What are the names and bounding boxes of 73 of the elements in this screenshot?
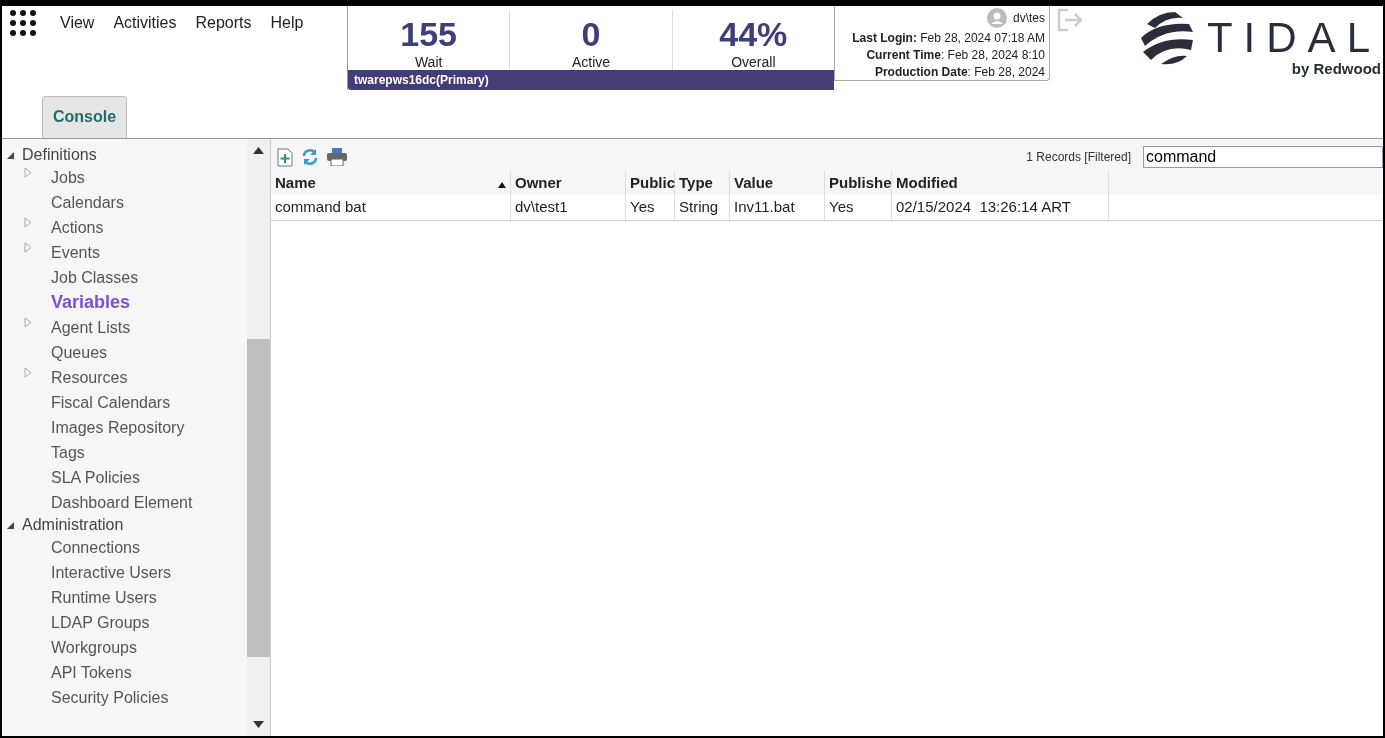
column-header[interactable]: Value (730, 171, 825, 194)
table-cell: dv\test1 (511, 194, 626, 220)
tree-item[interactable]: Queues (51, 343, 108, 362)
tree-item[interactable]: Tags (51, 443, 85, 462)
expand-triangle-icon[interactable] (24, 317, 32, 328)
scroll-down-icon[interactable] (253, 721, 264, 728)
records-count: 1 Records [Filtered] (1026, 150, 1131, 164)
tree-item[interactable]: Calendars (51, 193, 124, 212)
tree-item[interactable]: Connections (51, 538, 140, 557)
search-field[interactable]: command (1143, 146, 1383, 168)
info-line: Last Login: Feb 28, 2024 07:18 AM (851, 31, 1045, 45)
menu-item[interactable]: View (60, 14, 95, 32)
logo-subtitle: by Redwood (1291, 60, 1381, 77)
tree-item[interactable]: Images Repository (51, 418, 185, 437)
tree-item[interactable]: Dashboard Element (51, 493, 193, 512)
tree-item[interactable]: Workgroups (51, 638, 137, 657)
tree-item[interactable]: Security Policies (51, 688, 169, 707)
expand-triangle-icon[interactable] (24, 367, 32, 378)
expand-triangle-icon[interactable] (24, 242, 32, 253)
table-cell: String (675, 194, 730, 220)
tree-item[interactable]: Variables (51, 292, 131, 313)
table-cell: command bat (271, 194, 511, 220)
table-cell: Inv11.bat (730, 194, 825, 220)
tree-item[interactable]: SLA Policies (51, 468, 140, 487)
tree-item[interactable]: Fiscal Calendars (51, 393, 171, 412)
stat-label: Active (571, 54, 611, 70)
column-header[interactable]: Type (675, 171, 730, 194)
tree-item[interactable]: Actions (51, 218, 104, 237)
console-tab[interactable]: Console (42, 96, 128, 138)
tree-item[interactable]: Resources (51, 368, 128, 387)
apps-grid-icon[interactable] (10, 10, 36, 36)
tree-item[interactable]: Job Classes (51, 268, 139, 287)
server-bar: twarepws16dc(Primary) (348, 70, 834, 90)
expand-triangle-icon[interactable] (24, 217, 32, 228)
stat-value: 44% (719, 14, 788, 54)
add-document-icon[interactable] (277, 147, 293, 167)
expand-triangle-icon[interactable] (24, 167, 32, 178)
table-cell: Yes (825, 194, 892, 220)
column-header[interactable]: Modified (892, 171, 1109, 194)
tree-item[interactable]: API Tokens (51, 663, 132, 682)
expanded-triangle-icon[interactable] (7, 151, 14, 159)
column-header[interactable]: Publishe (825, 171, 892, 194)
stat-value: 155 (400, 14, 458, 54)
tree-item[interactable]: Jobs (51, 168, 85, 187)
stat-label: Wait (414, 54, 443, 70)
table-cell: 02/15/2024 13:26:14 ART (892, 194, 1109, 220)
column-header[interactable]: Name (271, 171, 511, 194)
tree-item[interactable]: Administration (22, 516, 124, 534)
tree-item[interactable]: Agent Lists (51, 318, 131, 337)
user-name: dv\tes (1013, 11, 1045, 25)
tree-item[interactable]: Interactive Users (51, 563, 172, 582)
info-line: Current Time: Feb 28, 2024 8:10 (865, 48, 1045, 62)
menu-item[interactable]: Help (270, 14, 304, 32)
info-line: Production Date: Feb 28, 2024 (873, 65, 1045, 79)
tree-item[interactable]: Runtime Users (51, 588, 157, 607)
user-avatar-icon (987, 8, 1007, 28)
stat-value: 0 (581, 14, 601, 54)
stat-label: Overall (731, 54, 776, 70)
tree-item[interactable]: Definitions (22, 146, 97, 164)
logo-text: TIDAL (1206, 13, 1381, 63)
tree-item[interactable]: Events (51, 243, 100, 262)
refresh-icon[interactable] (301, 148, 319, 166)
menu-item[interactable]: Activities (113, 14, 177, 32)
menu-item[interactable]: Reports (195, 14, 252, 32)
expanded-triangle-icon[interactable] (7, 521, 14, 529)
column-header[interactable]: Owner (511, 171, 626, 194)
print-icon[interactable] (327, 148, 347, 166)
column-header[interactable]: Public (626, 171, 675, 194)
table-cell: Yes (626, 194, 675, 220)
sort-ascending-icon[interactable] (498, 182, 506, 188)
scrollbar-thumb[interactable] (247, 339, 270, 657)
scroll-up-icon[interactable] (253, 147, 264, 154)
tree-item[interactable]: LDAP Groups (51, 613, 150, 632)
